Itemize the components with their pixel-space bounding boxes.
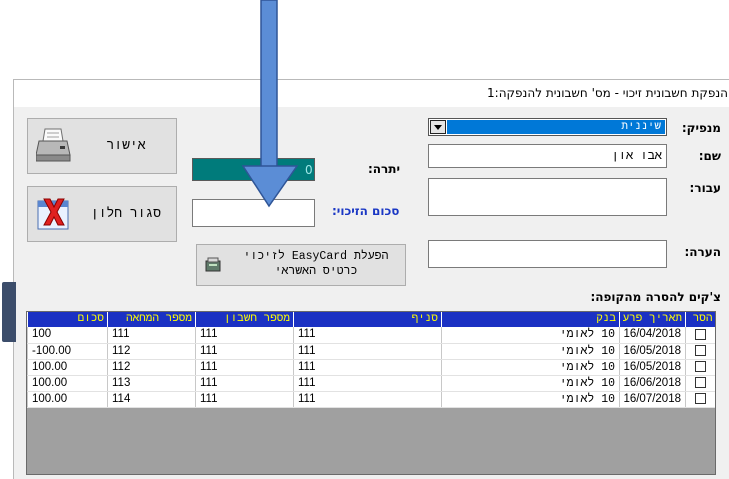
side-tab[interactable] xyxy=(2,282,16,342)
cell-account: 111 xyxy=(195,343,294,360)
cell-branch: 111 xyxy=(293,359,442,376)
cell-account: 111 xyxy=(195,327,294,344)
cell-account: 111 xyxy=(195,375,294,392)
col-header-remove[interactable]: הסר xyxy=(685,312,715,327)
easycard-credit-button[interactable]: הפעלת EasyCard לזיכוי כרטיס האשראי xyxy=(196,244,406,286)
cell-check: 112 xyxy=(107,343,196,360)
red-x-icon xyxy=(37,198,69,230)
cell-date: 16/05/2018 xyxy=(619,343,686,360)
issuer-label: מנפיק: xyxy=(681,121,721,135)
cell-amount: 100.00 xyxy=(27,375,108,392)
table-row[interactable]: 16/06/2018 10 לאומי 111 111 113 100.00 xyxy=(27,375,715,392)
for-label: עבור: xyxy=(689,181,721,195)
cell-amount: 100.00- xyxy=(27,343,108,360)
printer-icon xyxy=(36,128,71,162)
checks-grid-caption: צ'קים להסרה מהקופה: xyxy=(590,290,721,304)
close-window-button[interactable]: סגור חלון xyxy=(27,186,177,242)
table-row[interactable]: 16/05/2018 10 לאומי 111 111 112 100.00 xyxy=(27,359,715,376)
remove-checkbox[interactable] xyxy=(695,328,707,340)
note-field[interactable] xyxy=(428,240,667,268)
cell-branch: 111 xyxy=(293,391,442,408)
issuer-selected-value: שיננית xyxy=(447,120,665,134)
confirm-button[interactable]: אישור xyxy=(27,118,177,174)
col-header-branch[interactable]: סניף xyxy=(293,312,442,327)
easycard-label-line1: הפעלת EasyCard לזיכוי xyxy=(243,250,389,263)
cell-check: 111 xyxy=(107,327,196,344)
issuer-dropdown[interactable]: שיננית xyxy=(428,118,667,136)
cell-date: 16/04/2018 xyxy=(619,327,686,344)
cell-date: 16/06/2018 xyxy=(619,375,686,392)
close-window-label: סגור חלון xyxy=(90,206,162,221)
cell-branch: 111 xyxy=(293,343,442,360)
remove-checkbox[interactable] xyxy=(695,392,707,404)
col-header-amount[interactable]: סכום xyxy=(27,312,108,327)
remove-checkbox[interactable] xyxy=(695,360,707,372)
easycard-button-label: הפעלת EasyCard לזיכוי כרטיס האשראי xyxy=(231,249,401,279)
cell-amount: 100.00 xyxy=(27,359,108,376)
cell-check: 114 xyxy=(107,391,196,408)
name-field[interactable]: אבו און xyxy=(428,144,667,168)
cell-branch: 111 xyxy=(293,375,442,392)
cell-check: 112 xyxy=(107,359,196,376)
confirm-button-label: אישור xyxy=(106,138,146,153)
chevron-down-icon[interactable] xyxy=(430,120,446,134)
cell-bank: 10 לאומי xyxy=(441,343,620,360)
down-arrow-icon xyxy=(241,0,299,208)
easycard-label-line2: כרטיס האשראי xyxy=(274,265,358,278)
col-header-due-date[interactable]: תאריך פרעון xyxy=(619,312,686,327)
for-field[interactable] xyxy=(428,178,667,216)
cell-date: 16/07/2018 xyxy=(619,391,686,408)
cell-amount: 100.00 xyxy=(27,391,108,408)
credit-amount-label: סכום הזיכוי: xyxy=(332,204,400,218)
checks-grid[interactable]: הסר תאריך פרעון בנק סניף מספר חשבון מספר… xyxy=(26,311,716,475)
cell-bank: 10 לאומי xyxy=(441,327,620,344)
table-row[interactable]: 16/07/2018 10 לאומי 111 111 114 100.00 xyxy=(27,391,715,408)
cell-account: 111 xyxy=(195,391,294,408)
remove-checkbox[interactable] xyxy=(695,344,707,356)
col-header-account[interactable]: מספר חשבון xyxy=(195,312,294,327)
grid-header-row: הסר תאריך פרעון בנק סניף מספר חשבון מספר… xyxy=(27,312,715,327)
cell-date: 16/05/2018 xyxy=(619,359,686,376)
balance-label: יתרה: xyxy=(368,162,400,176)
cell-bank: 10 לאומי xyxy=(441,359,620,376)
window-title: הנפקת חשבונית זיכוי - מס' חשבונית להנפקה… xyxy=(14,80,729,107)
cell-amount: 100 xyxy=(27,327,108,344)
card-reader-icon xyxy=(205,257,221,272)
cell-bank: 10 לאומי xyxy=(441,391,620,408)
remove-checkbox[interactable] xyxy=(695,376,707,388)
cell-bank: 10 לאומי xyxy=(441,375,620,392)
note-label: הערה: xyxy=(684,245,721,259)
cell-account: 111 xyxy=(195,359,294,376)
cell-check: 113 xyxy=(107,375,196,392)
table-row[interactable]: 16/05/2018 10 לאומי 111 111 112 100.00- xyxy=(27,343,715,360)
table-row[interactable]: 16/04/2018 10 לאומי 111 111 111 100 xyxy=(27,327,715,344)
cell-branch: 111 xyxy=(293,327,442,344)
col-header-bank[interactable]: בנק xyxy=(441,312,620,327)
name-label: שם: xyxy=(698,149,721,163)
col-header-check-number[interactable]: מספר המחאה xyxy=(107,312,196,327)
